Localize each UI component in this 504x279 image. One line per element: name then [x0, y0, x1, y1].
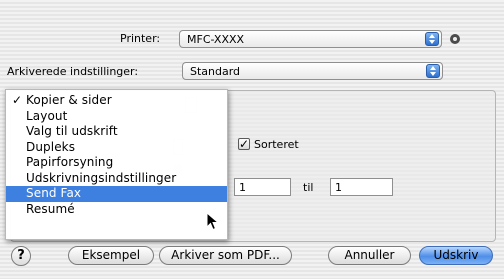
arrow-cursor-icon: [206, 212, 220, 231]
menu-item-send-fax[interactable]: Send Fax: [6, 186, 227, 202]
collated-checkbox[interactable]: ✓: [238, 138, 250, 150]
menu-item-label: Send Fax: [26, 186, 82, 200]
menu-item-label: Papirforsyning: [26, 155, 114, 169]
menu-item-output-options[interactable]: Valg til udskrift: [6, 124, 227, 140]
menu-item-summary[interactable]: Resumé: [6, 202, 227, 218]
popup-arrows-icon: [425, 32, 439, 46]
printer-value: MFC-XXXX: [187, 33, 245, 46]
menu-item-print-settings[interactable]: Udskrivningsindstillinger: [6, 171, 227, 187]
pages-to-field[interactable]: [330, 178, 393, 196]
save-as-pdf-button[interactable]: Arkiver som PDF...: [159, 246, 292, 265]
info-icon[interactable]: [450, 34, 460, 44]
menu-item-layout[interactable]: Layout: [6, 109, 227, 125]
menu-item-label: Dupleks: [26, 139, 76, 154]
popup-arrows-icon: [426, 64, 440, 78]
pages-to-label: til: [303, 181, 314, 194]
menu-item-label: Kopier & sider: [26, 93, 112, 107]
preview-button[interactable]: Eksempel: [68, 246, 154, 265]
print-button[interactable]: Udskriv: [419, 246, 493, 265]
menu-item-label: Valg til udskrift: [26, 124, 118, 138]
checkmark-icon: ✓: [12, 93, 23, 107]
menu-item-label: Resumé: [26, 201, 75, 216]
menu-item-paper-feed[interactable]: Papirforsyning: [6, 155, 227, 171]
printer-label: Printer:: [120, 32, 161, 45]
menu-item-copies-pages[interactable]: ✓ Kopier & sider: [6, 93, 227, 109]
presets-value: Standard: [190, 65, 241, 78]
presets-label: Arkiverede indstillinger:: [7, 65, 139, 78]
menu-item-label: Layout: [26, 108, 68, 123]
pages-from-field[interactable]: [234, 178, 291, 196]
presets-popup[interactable]: Standard: [182, 62, 443, 80]
help-button[interactable]: ?: [11, 246, 31, 266]
menu-item-duplex[interactable]: Dupleks: [6, 140, 227, 156]
cancel-button[interactable]: Annuller: [328, 246, 411, 265]
printer-popup[interactable]: MFC-XXXX: [179, 30, 442, 48]
collated-label: Sorteret: [254, 138, 299, 151]
menu-item-label: Udskrivningsindstillinger: [26, 170, 177, 185]
panel-menu[interactable]: ✓ Kopier & sider Layout Valg til udskrif…: [5, 89, 228, 240]
